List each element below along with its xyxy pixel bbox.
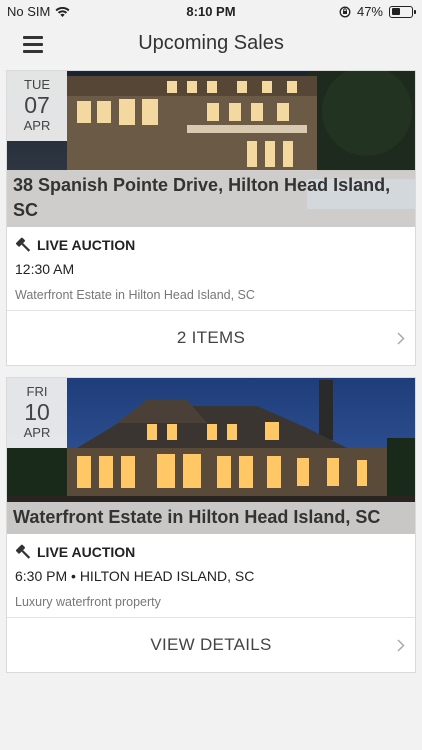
date-weekday: FRI xyxy=(26,384,48,399)
items-button[interactable]: 2 ITEMS xyxy=(7,310,415,365)
date-day: 07 xyxy=(24,92,50,118)
auction-type-label: LIVE AUCTION xyxy=(37,237,136,253)
sale-title[interactable]: 38 Spanish Pointe Drive, Hilton Head Isl… xyxy=(7,170,415,227)
status-bar: No SIM 8:10 PM 47% xyxy=(0,0,422,24)
date-month: APR xyxy=(23,425,51,440)
gavel-icon xyxy=(15,237,31,252)
items-button-label: 2 ITEMS xyxy=(176,328,246,347)
view-details-button[interactable]: VIEW DETAILS xyxy=(7,617,415,672)
gavel-icon xyxy=(15,544,31,559)
sale-card[interactable]: FRI 10 APR Waterfront Estate in Hilton H… xyxy=(6,377,416,673)
chevron-right-icon xyxy=(397,639,405,652)
auction-type-row: LIVE AUCTION xyxy=(15,233,407,257)
date-badge: FRI 10 APR xyxy=(7,378,67,448)
battery-percent: 47% xyxy=(356,4,383,19)
sale-description: Waterfront Estate in Hilton Head Island,… xyxy=(15,288,255,302)
date-badge: TUE 07 APR xyxy=(7,71,67,141)
battery-icon xyxy=(389,5,416,18)
status-right: 47% xyxy=(339,4,416,19)
page-title: Upcoming Sales xyxy=(138,32,284,54)
sale-info: LIVE AUCTION 12:30 AM Waterfront Estate … xyxy=(7,227,415,309)
sale-time: 12:30 AM xyxy=(15,261,75,277)
auction-type-label: LIVE AUCTION xyxy=(37,544,136,560)
sale-time: 6:30 PM • HILTON HEAD ISLAND, SC xyxy=(15,568,255,584)
view-details-button-label: VIEW DETAILS xyxy=(150,635,272,654)
date-month: APR xyxy=(23,118,51,133)
sale-info: LIVE AUCTION 6:30 PM • HILTON HEAD ISLAN… xyxy=(7,534,415,616)
sale-hero-image[interactable]: FRI 10 APR Waterfront Estate in Hilton H… xyxy=(7,378,415,534)
chevron-right-icon xyxy=(397,332,405,345)
orientation-lock-icon xyxy=(339,6,351,17)
sale-title[interactable]: Waterfront Estate in Hilton Head Island,… xyxy=(7,502,415,534)
date-weekday: TUE xyxy=(24,77,50,92)
auction-type-row: LIVE AUCTION xyxy=(15,540,407,564)
nav-bar: Upcoming Sales xyxy=(0,24,422,66)
sale-hero-image[interactable]: TUE 07 APR 38 Spanish Pointe Drive, Hilt… xyxy=(7,71,415,227)
sale-card[interactable]: TUE 07 APR 38 Spanish Pointe Drive, Hilt… xyxy=(6,70,416,366)
battery-level xyxy=(391,8,400,15)
sale-description: Luxury waterfront property xyxy=(15,595,161,609)
date-day: 10 xyxy=(24,399,50,425)
